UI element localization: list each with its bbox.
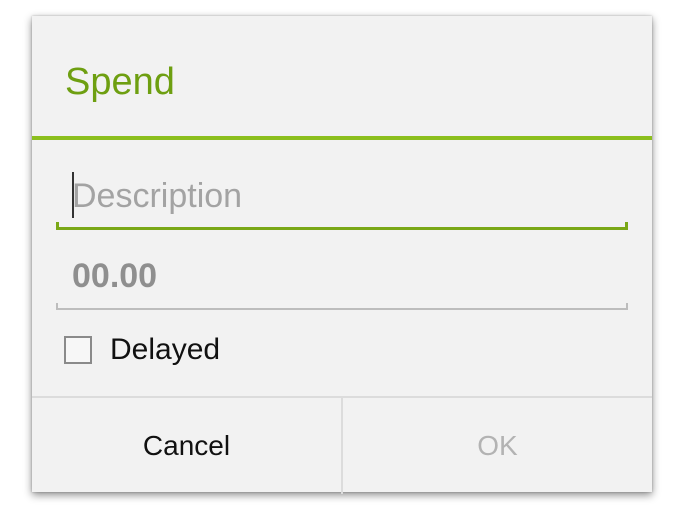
- description-field[interactable]: [56, 168, 628, 230]
- description-underline: [56, 222, 628, 230]
- ok-button[interactable]: OK: [343, 398, 652, 494]
- description-input[interactable]: [72, 174, 612, 218]
- cancel-button[interactable]: Cancel: [32, 398, 341, 494]
- dialog-title: Spend: [65, 61, 175, 103]
- title-divider: [32, 136, 652, 140]
- spend-dialog: Spend Delayed Cancel OK: [32, 16, 652, 494]
- amount-field[interactable]: [56, 248, 628, 310]
- delayed-checkbox[interactable]: [64, 336, 92, 364]
- delayed-label[interactable]: Delayed: [110, 333, 220, 367]
- amount-input[interactable]: [72, 254, 612, 298]
- dialog-title-bar: Spend: [32, 16, 652, 136]
- amount-underline: [56, 303, 628, 310]
- delayed-checkbox-row[interactable]: Delayed: [64, 330, 364, 370]
- button-bar: Cancel OK: [32, 396, 652, 494]
